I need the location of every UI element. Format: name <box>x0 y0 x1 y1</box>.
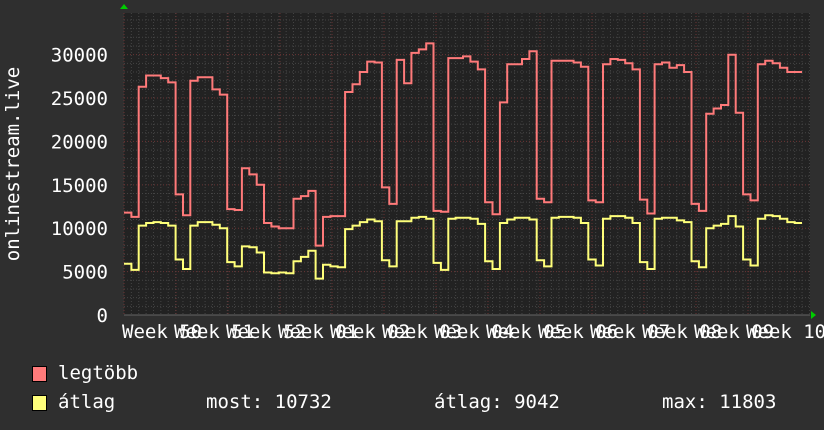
y-tick-label: 0 <box>97 305 108 327</box>
y-tick-label: 15000 <box>51 175 108 197</box>
y-tick-label: 20000 <box>51 131 108 153</box>
legend-swatch-avg <box>32 395 47 411</box>
chart: Week 50Week 51Week 52Week 01Week 02Week … <box>2 4 824 343</box>
y-tick-label: 5000 <box>62 262 108 284</box>
y-axis-arrow-icon <box>120 4 128 9</box>
y-tick-label: 30000 <box>51 45 108 67</box>
x-axis-arrow-icon <box>811 311 816 319</box>
stat-now: most: 10732 <box>206 391 332 413</box>
x-tick-label: Week 10 <box>746 321 824 343</box>
legend-label-max: legtöbb <box>58 362 139 384</box>
stat-max: max: 11803 <box>662 391 777 413</box>
y-tick-label: 10000 <box>51 218 108 240</box>
legend-label-avg: átlag <box>58 391 116 413</box>
stat-average: átlag: 9042 <box>434 391 560 413</box>
y-tick-label: 25000 <box>51 88 108 110</box>
y-axis-label: onlinestream.live <box>2 67 24 261</box>
legend-swatch-max <box>32 366 47 382</box>
